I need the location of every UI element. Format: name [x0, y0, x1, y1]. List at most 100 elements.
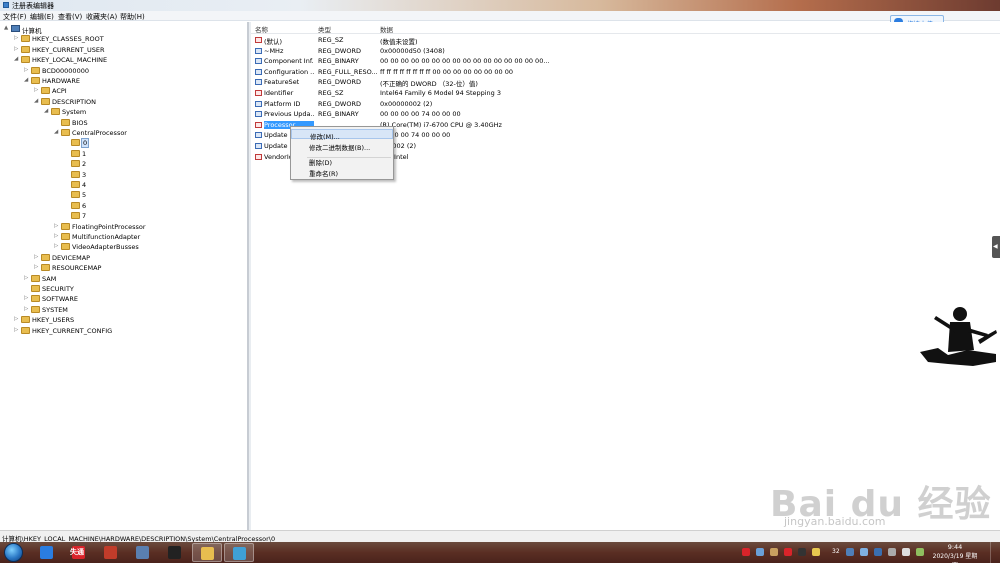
network-icon[interactable] — [888, 548, 896, 556]
registry-value-row[interactable]: Platform ID REG_DWORD 0x00000002 (2) — [251, 99, 651, 109]
menu-view[interactable]: 查看(V) — [58, 12, 82, 22]
expand-arrow-icon[interactable]: ◢ — [14, 56, 18, 62]
folder-icon — [61, 243, 70, 251]
tray-icon-5[interactable] — [798, 548, 806, 556]
expand-arrow-icon[interactable]: ▷ — [54, 223, 58, 229]
volume-icon[interactable] — [902, 548, 910, 556]
tree-node-label: SAM — [42, 274, 57, 283]
menu-favorites[interactable]: 收藏夹(A) — [86, 12, 117, 22]
tree-node-label: 1 — [82, 149, 87, 158]
taskbar-app-qq[interactable] — [160, 543, 190, 562]
tray-icon-8[interactable] — [860, 548, 868, 556]
binary-value-icon — [255, 47, 262, 54]
folder-icon — [21, 45, 30, 53]
folder-icon — [71, 160, 80, 168]
expand-arrow-icon[interactable]: ▷ — [24, 275, 28, 281]
value-data: ff ff ff ff ff ff ff ff 00 00 00 00 00 0… — [380, 67, 513, 76]
battery-icon[interactable] — [916, 548, 924, 556]
value-data: (不正确的 DWORD （32-位）值) — [380, 80, 478, 89]
context-modify-label: 修改(M)... — [310, 133, 340, 141]
taskbar-app-documents[interactable] — [128, 543, 158, 562]
expand-arrow-icon[interactable]: ◢ — [24, 77, 28, 83]
binary-value-icon — [255, 79, 262, 86]
registry-value-row[interactable]: Identifier REG_SZ Intel64 Family 6 Model 9… — [251, 88, 651, 98]
tray-icon-4[interactable] — [784, 548, 792, 556]
value-name: Component Inf... — [264, 57, 314, 66]
context-modify-binary[interactable]: 修改二进制数据(B)... — [291, 141, 393, 152]
taskbar-app-regedit[interactable] — [224, 543, 254, 562]
expand-arrow-icon[interactable]: ▷ — [34, 264, 38, 270]
taskbar-app-browser[interactable] — [32, 543, 62, 562]
folder-icon — [61, 118, 70, 126]
expand-arrow-icon[interactable]: ▷ — [24, 295, 28, 301]
tree-node-label: SECURITY — [42, 285, 74, 293]
values-list[interactable]: 名称 类型 数据 (默认) REG_SZ (数值未设置) ~MHz REG_DWORD 0… — [251, 22, 1000, 530]
folder-icon — [71, 170, 80, 178]
value-data: 00 00 00 00 00 00 00 00 00 00 00 00 00 0… — [380, 57, 550, 66]
folder-icon — [41, 97, 50, 105]
show-desktop-button[interactable] — [990, 542, 1000, 563]
tray-icon-7[interactable] — [846, 548, 854, 556]
expand-arrow-icon[interactable]: ◢ — [34, 98, 38, 104]
registry-value-row[interactable]: (默认) REG_SZ (数值未设置) — [251, 35, 651, 46]
expand-arrow-icon[interactable]: ▷ — [14, 46, 18, 52]
folder-icon — [61, 222, 70, 230]
expand-arrow-icon[interactable]: ▷ — [34, 87, 38, 93]
tree-node-label: CentralProcessor — [72, 129, 127, 137]
registry-tree[interactable]: ▲ 计算机 ▷ HKEY_CLASSES_ROOT ▷ HKEY_CURRENT_USER… — [0, 22, 248, 530]
folder-icon — [21, 56, 30, 64]
expand-arrow-icon[interactable]: ▷ — [14, 327, 18, 333]
taskbar-app-explorer[interactable] — [192, 543, 222, 562]
tray-icon-1[interactable] — [742, 548, 750, 556]
taskbar-app-app3[interactable] — [96, 543, 126, 562]
registry-value-row[interactable]: Component Inf... REG_BINARY 00 00 00 00 00… — [251, 56, 651, 66]
taskbar-app-player[interactable]: 失通 — [64, 543, 94, 562]
tray-icon-2[interactable] — [756, 548, 764, 556]
regedit-app-icon — [3, 2, 9, 8]
menu-file[interactable]: 文件(F) — [3, 12, 27, 22]
start-button[interactable] — [4, 543, 23, 562]
menu-edit[interactable]: 编辑(E) — [30, 12, 54, 22]
soldier-decoration-icon — [920, 307, 997, 366]
side-panel-tab[interactable]: ◀ — [992, 236, 1000, 258]
context-rename[interactable]: 重命名(R) — [291, 167, 393, 178]
expand-arrow-icon[interactable]: ▷ — [54, 243, 58, 249]
expand-arrow-icon[interactable]: ▷ — [54, 233, 58, 239]
expand-arrow-icon[interactable]: ▷ — [24, 67, 28, 73]
expand-arrow-icon[interactable]: ◢ — [54, 129, 58, 135]
registry-value-row[interactable]: Configuration ... REG_FULL_RESO... ff ff f… — [251, 67, 651, 77]
registry-value-row[interactable]: FeatureSet REG_DWORD (不正确的 DWORD （32-位）值) — [251, 77, 651, 89]
tree-node-label: HKEY_USERS — [32, 316, 75, 325]
tree-node-label: HARDWARE — [42, 77, 80, 85]
value-name: FeatureSet — [264, 78, 300, 87]
tree-node-label: BIOS — [72, 118, 88, 127]
expand-arrow-icon[interactable]: ▷ — [14, 316, 18, 322]
tray-icon-3[interactable] — [770, 548, 778, 556]
tree-node-label: 3 — [82, 170, 87, 179]
status-bar: 计算机\HKEY_LOCAL_MACHINE\HARDWARE\DESCRIPT… — [0, 530, 1000, 543]
folder-icon — [31, 295, 40, 303]
value-type: REG_DWORD — [318, 78, 361, 87]
system-clock[interactable]: 9:44 2020/3/19 星期四 — [930, 543, 980, 563]
folder-icon — [71, 149, 80, 157]
registry-value-row[interactable]: ~MHz REG_DWORD 0x00000d50 (3408) — [251, 46, 651, 56]
tray-icon-6[interactable] — [812, 548, 820, 556]
menu-help[interactable]: 帮助(H) — [120, 12, 145, 22]
context-modify[interactable]: 修改(M)... — [291, 129, 393, 141]
bluetooth-icon[interactable] — [874, 548, 882, 556]
binary-value-icon — [255, 68, 262, 75]
value-name: ~MHz — [264, 46, 284, 55]
expand-arrow-icon[interactable]: ◢ — [44, 108, 48, 114]
tree-node-label: 4 — [82, 181, 87, 189]
registry-value-row[interactable]: Previous Upda... REG_BINARY 00 00 00 00 74… — [251, 109, 651, 119]
baidu-watermark: Bai du 经验 jingyan.baidu.com — [760, 455, 1000, 535]
tree-node-label: 0 — [80, 138, 90, 149]
folder-icon — [21, 35, 30, 43]
tree-node-label: HKEY_CLASSES_ROOT — [32, 35, 104, 44]
expand-arrow-icon[interactable]: ▷ — [24, 306, 28, 312]
tree-node-label: RESOURCEMAP — [52, 264, 102, 273]
context-delete[interactable]: 删除(D) — [291, 156, 393, 167]
expand-arrow-icon[interactable]: ▷ — [34, 254, 38, 260]
expand-arrow-icon[interactable]: ▷ — [14, 35, 18, 41]
expand-arrow-icon[interactable]: ▲ — [4, 25, 8, 31]
